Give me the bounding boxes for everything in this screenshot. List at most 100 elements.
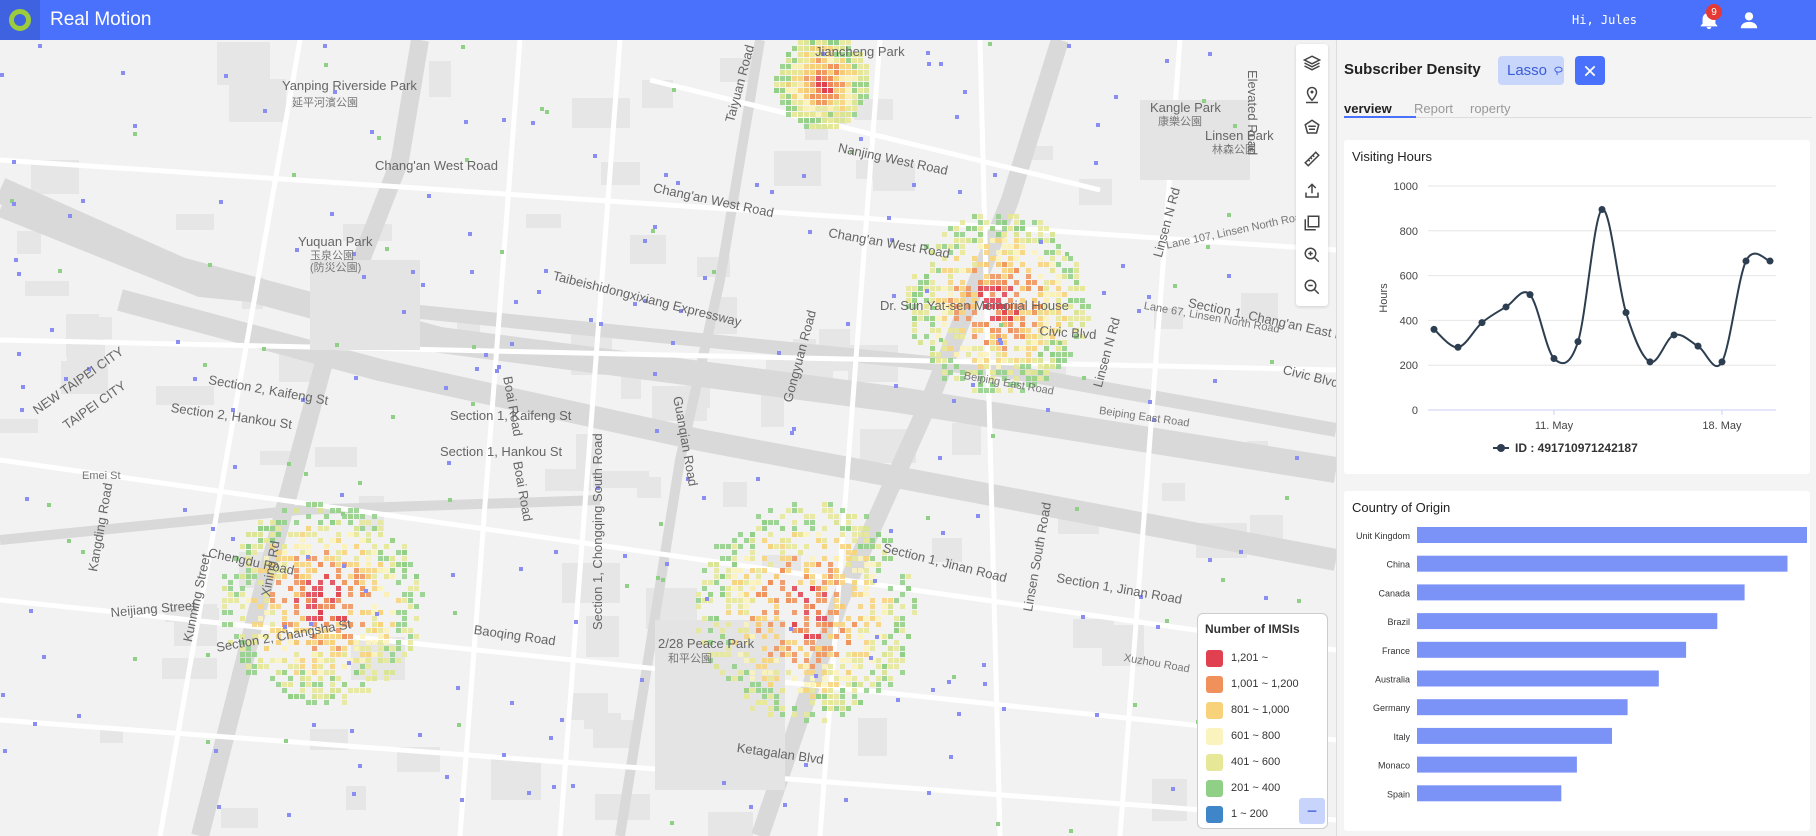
heat-cell: [960, 244, 965, 249]
export-icon[interactable]: [1301, 180, 1323, 202]
heat-cell: [894, 658, 899, 663]
heat-cell: [270, 622, 275, 627]
heat-cell: [828, 646, 833, 651]
heat-cell: [300, 538, 305, 543]
layers-icon[interactable]: [1301, 52, 1323, 74]
legend-collapse-button[interactable]: −: [1299, 798, 1325, 824]
heat-cell: [762, 676, 767, 681]
heat-cell: [1020, 364, 1025, 369]
heat-cell: [1056, 250, 1061, 255]
legend-label: 1,201 ~: [1231, 652, 1269, 664]
polygon-lasso-icon[interactable]: [1301, 116, 1323, 138]
zoom-out-icon[interactable]: [1301, 276, 1323, 298]
heat-cell: [348, 532, 353, 537]
heat-cell: [834, 88, 839, 93]
heat-cell: [348, 586, 353, 591]
heat-cell: [834, 610, 839, 615]
heat-cell: [732, 586, 737, 591]
heat-cell: [810, 70, 815, 75]
heat-cell: [510, 701, 514, 705]
heat-cell: [762, 592, 767, 597]
map-label: Dr. Sun Yat-sen Memorial House: [880, 298, 1069, 313]
heat-cell: [888, 646, 893, 651]
lasso-chip[interactable]: Lasso: [1498, 56, 1564, 85]
heat-cell: [780, 82, 785, 87]
user-account-icon[interactable]: [1738, 9, 1760, 31]
heat-cell: [816, 682, 821, 687]
heat-cell: [222, 598, 227, 603]
heat-cell: [1008, 274, 1013, 279]
heat-cell: [846, 76, 851, 81]
pin-location-icon[interactable]: [1301, 84, 1323, 106]
heat-cell: [822, 670, 827, 675]
country-origin-chart[interactable]: Unit KingdomChinaCanadaBrazilFranceAustr…: [1344, 491, 1810, 831]
heat-cell: [330, 646, 335, 651]
heat-cell: [840, 100, 845, 105]
heat-cell: [270, 520, 275, 525]
heat-cell: [414, 616, 419, 621]
heat-cell: [306, 616, 311, 621]
heat-cell: [1056, 364, 1061, 369]
heat-cell: [348, 562, 353, 567]
heat-cell: [282, 520, 287, 525]
heat-cell: [670, 821, 674, 825]
heat-cell: [996, 220, 1001, 225]
heat-cell: [834, 94, 839, 99]
top-bar: Real Motion: [0, 0, 1816, 40]
heat-cell: [852, 76, 857, 81]
tab-report[interactable]: Report: [1414, 101, 1453, 116]
heat-cell: [402, 562, 407, 567]
tab-overview[interactable]: verview: [1344, 101, 1392, 116]
zoom-in-icon[interactable]: [1301, 244, 1323, 266]
heat-cell: [822, 112, 827, 117]
heat-cell: [47, 503, 51, 507]
heat-cell: [1014, 316, 1019, 321]
heat-cell: [372, 550, 377, 555]
heat-cell: [414, 580, 419, 585]
app-logo[interactable]: [0, 0, 40, 40]
visiting-hours-chart[interactable]: 02004006008001000Hours11. May 18. MayID :…: [1344, 140, 1810, 474]
heat-cell: [924, 274, 929, 279]
heat-cell: [804, 520, 809, 525]
heat-cell: [252, 532, 257, 537]
heat-cell: [318, 658, 323, 663]
heat-cell: [834, 598, 839, 603]
heat-cell: [930, 352, 935, 357]
clear-lasso-button[interactable]: [1575, 56, 1605, 85]
heat-cell: [396, 580, 401, 585]
map-view[interactable]: Yanping Riverside Park 延平河濱公園 Jiancheng Pa…: [0, 40, 1336, 836]
heat-cell: [888, 586, 893, 591]
heat-cell: [786, 646, 791, 651]
heat-cell: [942, 316, 947, 321]
heat-cell: [726, 604, 731, 609]
heat-cell: [816, 652, 821, 657]
heat-cell: [264, 610, 269, 615]
heat-cell: [1026, 358, 1031, 363]
heat-cell: [282, 658, 287, 663]
heat-cell: [948, 346, 953, 351]
heat-cell: [960, 334, 965, 339]
bar: [1417, 670, 1659, 687]
heat-cell: [858, 70, 863, 75]
heat-cell: [954, 328, 959, 333]
heat-cell: [378, 634, 383, 639]
heat-cell: [978, 262, 983, 267]
heat-cell: [978, 286, 983, 291]
category-label: Unit Kingdom: [1356, 531, 1410, 541]
heat-cell: [786, 100, 791, 105]
heat-cell: [948, 328, 953, 333]
heat-cell: [750, 658, 755, 663]
heat-cell: [804, 712, 809, 717]
ruler-icon[interactable]: [1301, 148, 1323, 170]
heat-cell: [780, 76, 785, 81]
heat-cell: [996, 346, 1001, 351]
heat-cell: [390, 652, 395, 657]
heat-cell: [17, 352, 21, 356]
heat-cell: [762, 700, 767, 705]
heat-cell: [804, 40, 809, 45]
heat-cell: [294, 544, 299, 549]
heat-cell: [531, 121, 535, 125]
heat-cell: [786, 652, 791, 657]
tab-property[interactable]: roperty: [1470, 101, 1510, 116]
copy-icon[interactable]: [1301, 212, 1323, 234]
